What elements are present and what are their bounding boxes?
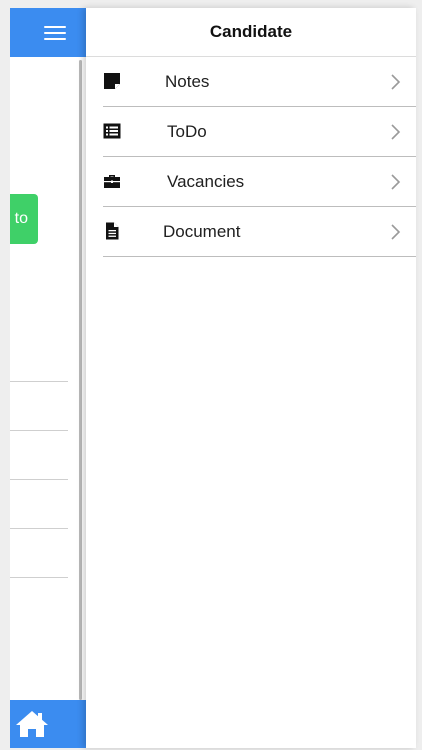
scrollbar[interactable]	[79, 60, 82, 700]
hamburger-menu-icon[interactable]	[40, 22, 70, 44]
list-divider	[10, 479, 68, 480]
menu-item-label: ToDo	[167, 122, 207, 141]
list-divider	[10, 528, 68, 529]
menu-item-todo[interactable]: ToDo	[103, 107, 416, 157]
menu-item-notes[interactable]: Notes	[103, 57, 416, 107]
list-divider	[10, 577, 68, 578]
home-icon	[16, 711, 48, 737]
menu-item-label: Notes	[165, 72, 210, 91]
candidate-panel: Candidate Notes ToDo Vacancies Document	[86, 8, 416, 748]
chevron-right-icon	[391, 224, 401, 240]
sticky-note-icon	[104, 73, 120, 89]
background-page: to	[10, 8, 86, 748]
home-button[interactable]	[10, 700, 86, 748]
list-icon	[103, 123, 121, 139]
panel-title: Candidate	[86, 8, 416, 57]
menu-item-vacancies[interactable]: Vacancies	[103, 157, 416, 207]
list-divider	[10, 381, 68, 382]
menu-item-label: Vacancies	[167, 172, 245, 191]
menu-item-label: Document	[163, 222, 241, 241]
chevron-right-icon	[391, 74, 401, 90]
chevron-right-icon	[391, 124, 401, 140]
document-icon	[106, 222, 119, 240]
partial-action-button[interactable]: to	[10, 194, 38, 244]
candidate-menu-list: Notes ToDo Vacancies Document	[103, 57, 416, 257]
menu-item-document[interactable]: Document	[103, 207, 416, 257]
background-header	[10, 8, 86, 57]
briefcase-icon	[104, 175, 120, 188]
chevron-right-icon	[391, 174, 401, 190]
list-divider	[10, 430, 68, 431]
